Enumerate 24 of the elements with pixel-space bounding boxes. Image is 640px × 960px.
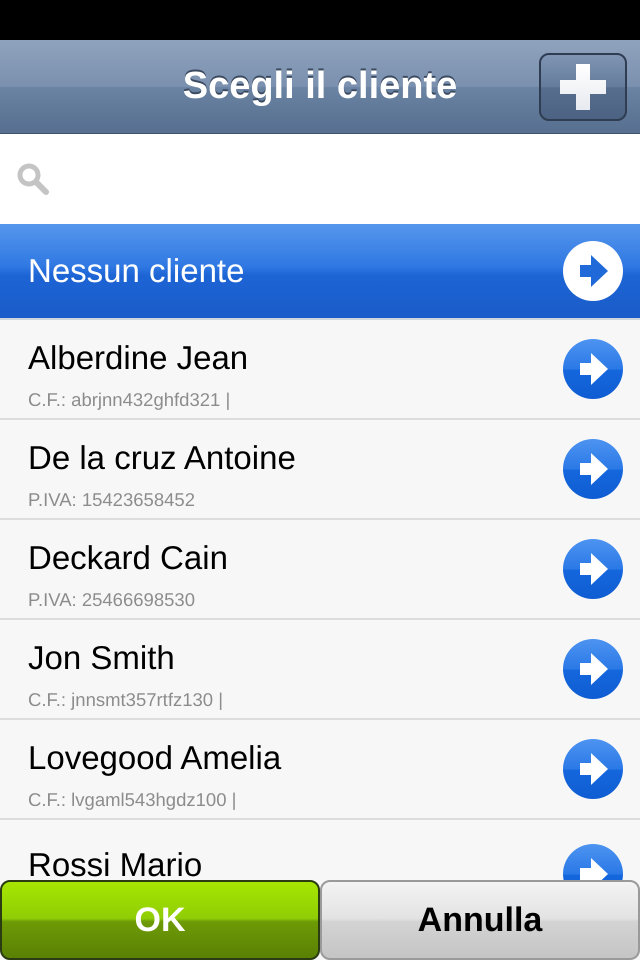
client-name: Alberdine Jean: [28, 339, 248, 377]
arrow-circle-icon[interactable]: [563, 539, 623, 599]
client-name: Nessun cliente: [28, 252, 244, 290]
arrow-circle-icon[interactable]: [563, 639, 623, 699]
arrow-circle-icon[interactable]: [563, 439, 623, 499]
screen-title: Scegli il cliente: [182, 64, 458, 109]
client-tax-code: C.F.: lvgaml543hgdz100 |: [28, 789, 236, 811]
add-button[interactable]: [539, 53, 627, 121]
client-tax-code: C.F.: abrjnn432ghfd321 |: [28, 389, 230, 411]
client-tax-code: P.IVA: 15423658452: [28, 489, 195, 511]
client-name: Jon Smith: [28, 639, 175, 677]
search-icon: [17, 163, 49, 195]
search-field[interactable]: [0, 134, 640, 224]
client-name: Lovegood Amelia: [28, 739, 282, 777]
client-name: Rossi Mario: [28, 846, 202, 880]
client-name: Deckard Cain: [28, 539, 228, 577]
client-row[interactable]: Nessun cliente: [0, 224, 640, 320]
arrow-circle-icon[interactable]: [563, 739, 623, 799]
client-tax-code: C.F.: jnnsmt357rtfz130 |: [28, 689, 224, 711]
client-tax-code: P.IVA: 25466698530: [28, 589, 195, 611]
arrow-circle-icon[interactable]: [563, 241, 623, 301]
client-name: De la cruz Antoine: [28, 439, 296, 477]
arrow-circle-icon[interactable]: [563, 339, 623, 399]
plus-icon: [560, 64, 606, 110]
